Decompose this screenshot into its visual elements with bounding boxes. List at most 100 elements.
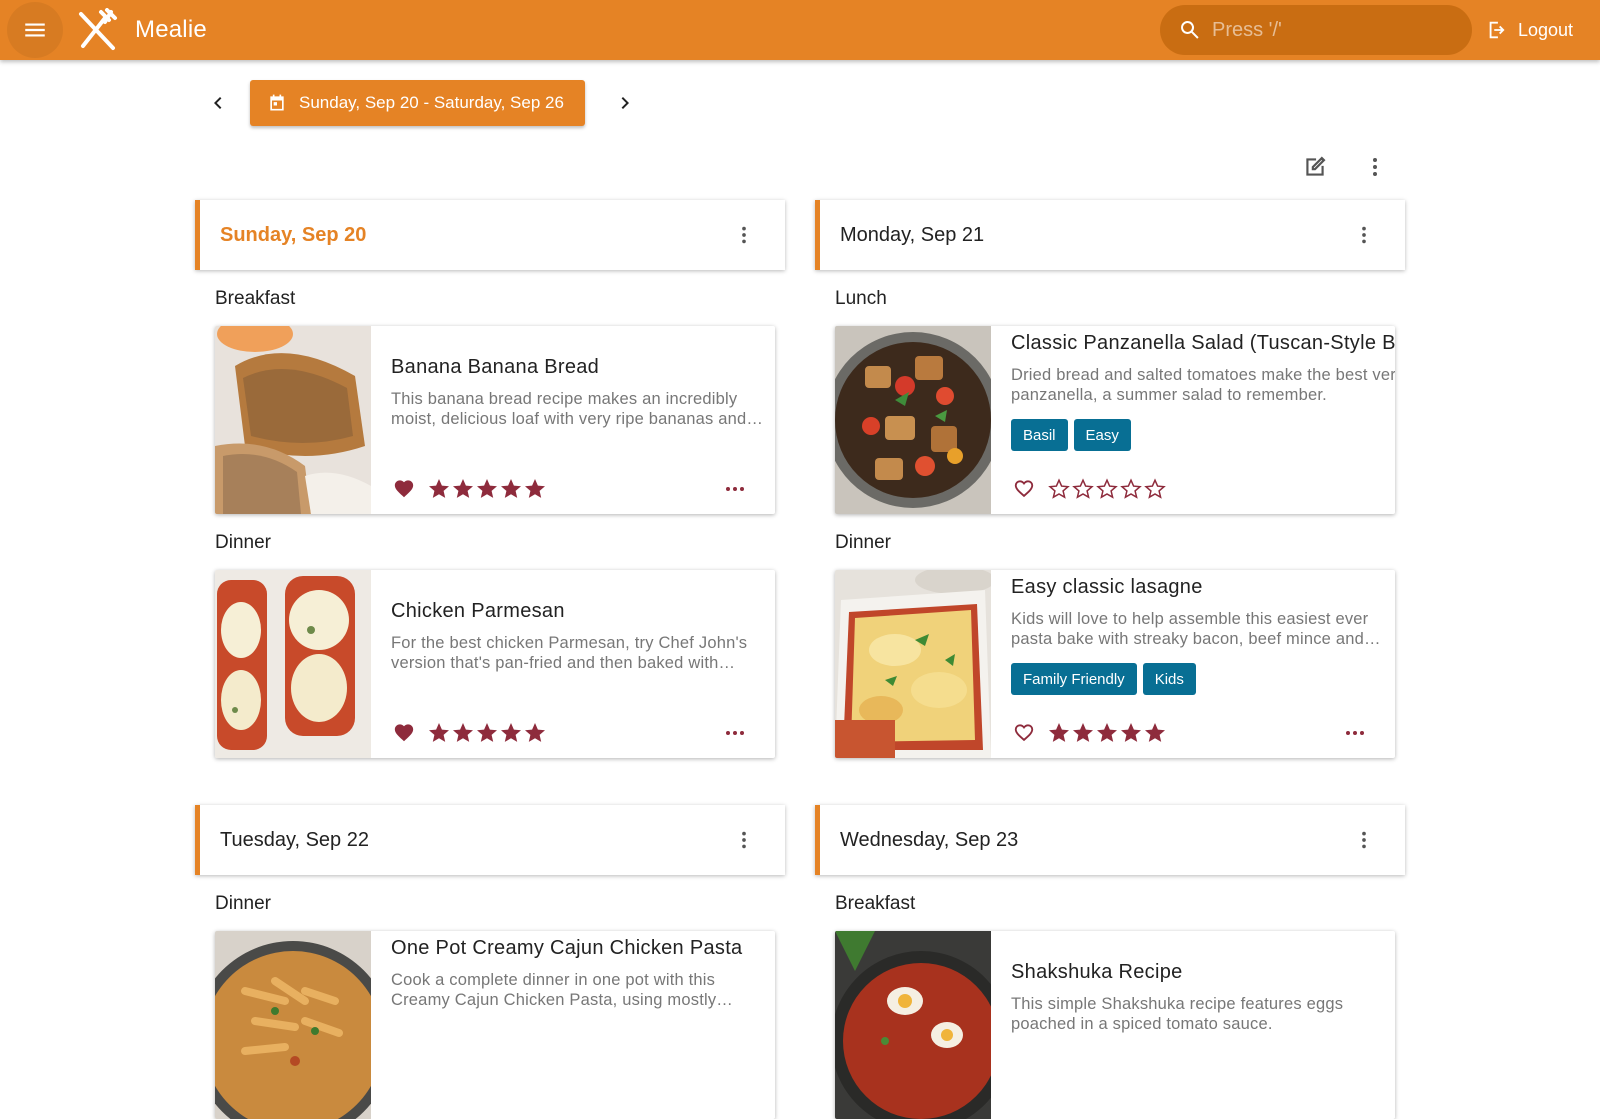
search-bar[interactable] bbox=[1160, 5, 1472, 55]
recipe-title: Chicken Parmesan bbox=[391, 600, 565, 622]
rating-stars[interactable] bbox=[1047, 721, 1167, 745]
star-outline-icon[interactable] bbox=[1143, 477, 1167, 501]
recipe-title: Easy classic lasagne bbox=[1011, 576, 1203, 598]
recipe-image bbox=[215, 570, 371, 758]
recipe-title: Banana Banana Bread bbox=[391, 356, 600, 378]
favorite-button[interactable] bbox=[391, 476, 417, 502]
day-title: Sunday, Sep 20 bbox=[220, 223, 367, 246]
star-filled-icon[interactable] bbox=[1071, 721, 1095, 745]
edit-plan-button[interactable] bbox=[1296, 148, 1334, 186]
edit-icon bbox=[1306, 156, 1326, 176]
star-filled-icon[interactable] bbox=[475, 721, 499, 745]
day-title: Monday, Sep 21 bbox=[840, 223, 985, 246]
recipe-more-button[interactable] bbox=[723, 477, 747, 506]
star-filled-icon[interactable] bbox=[451, 477, 475, 501]
star-filled-icon[interactable] bbox=[1119, 721, 1143, 745]
meal-type-label: Dinner bbox=[215, 532, 271, 553]
day-header: Monday, Sep 21 bbox=[815, 200, 1405, 270]
nav-menu-button[interactable] bbox=[7, 2, 63, 58]
recipe-image bbox=[835, 326, 991, 514]
app-title[interactable]: Mealie bbox=[135, 16, 207, 44]
recipe-tags: Family Friendly Kids bbox=[1011, 663, 1383, 695]
recipe-description: This banana bread recipe makes an incred… bbox=[391, 390, 747, 428]
star-filled-icon[interactable] bbox=[1047, 721, 1071, 745]
day-header: Tuesday, Sep 22 bbox=[195, 805, 785, 875]
star-filled-icon[interactable] bbox=[523, 477, 547, 501]
day-column: Monday, Sep 21 Lunch Classic Panzanella … bbox=[815, 200, 1405, 758]
day-menu-button[interactable] bbox=[725, 216, 763, 254]
recipe-tag[interactable]: Kids bbox=[1142, 663, 1196, 695]
recipe-description: Dried bread and salted tomatoes make the… bbox=[1011, 366, 1395, 404]
favorite-button[interactable] bbox=[1011, 720, 1037, 746]
logout-label: Logout bbox=[1518, 19, 1574, 40]
star-filled-icon[interactable] bbox=[499, 721, 523, 745]
star-filled-icon[interactable] bbox=[451, 721, 475, 745]
star-outline-icon[interactable] bbox=[1071, 477, 1095, 501]
heart-outline-icon bbox=[1014, 724, 1034, 742]
rating-stars[interactable] bbox=[427, 721, 547, 745]
kebab-menu-icon bbox=[742, 831, 746, 849]
star-filled-icon[interactable] bbox=[1095, 721, 1119, 745]
date-range-label: Sunday, Sep 20 - Saturday, Sep 26 bbox=[299, 93, 564, 112]
recipe-title: Shakshuka Recipe bbox=[1011, 961, 1183, 983]
star-outline-icon[interactable] bbox=[1095, 477, 1119, 501]
star-filled-icon[interactable] bbox=[1143, 721, 1167, 745]
day-column: Wednesday, Sep 23 Breakfast Shakshuka Re… bbox=[815, 805, 1405, 1119]
previous-week-button[interactable] bbox=[200, 85, 236, 121]
heart-outline-icon bbox=[1014, 480, 1034, 498]
day-header: Sunday, Sep 20 bbox=[195, 200, 785, 270]
star-filled-icon[interactable] bbox=[475, 477, 499, 501]
rating-stars[interactable] bbox=[1047, 477, 1167, 501]
day-menu-button[interactable] bbox=[1345, 821, 1383, 859]
search-input[interactable] bbox=[1212, 18, 1452, 42]
fork-knife-logo-icon[interactable] bbox=[75, 8, 119, 52]
recipe-image bbox=[835, 570, 991, 758]
meal-type-label: Dinner bbox=[835, 532, 891, 553]
rating-stars[interactable] bbox=[427, 477, 547, 501]
recipe-more-button[interactable] bbox=[1343, 721, 1367, 750]
star-filled-icon[interactable] bbox=[427, 477, 451, 501]
recipe-tags: Basil Easy bbox=[1011, 419, 1395, 451]
planner-more-button[interactable] bbox=[1356, 148, 1394, 186]
logout-button[interactable]: Logout bbox=[1486, 14, 1573, 46]
calendar-icon bbox=[270, 94, 284, 111]
day-menu-button[interactable] bbox=[725, 821, 763, 859]
day-title: Wednesday, Sep 23 bbox=[840, 828, 1019, 851]
favorite-button[interactable] bbox=[391, 720, 417, 746]
dots-horizontal-icon bbox=[1346, 731, 1364, 735]
next-week-button[interactable] bbox=[607, 85, 643, 121]
recipe-image bbox=[215, 326, 371, 514]
star-filled-icon[interactable] bbox=[523, 721, 547, 745]
recipe-card[interactable]: Classic Panzanella Salad (Tuscan-Style B… bbox=[835, 326, 1395, 514]
star-filled-icon[interactable] bbox=[427, 721, 451, 745]
recipe-tag[interactable]: Basil bbox=[1011, 419, 1068, 451]
recipe-description: This simple Shakshuka recipe features eg… bbox=[1011, 995, 1344, 1033]
day-header: Wednesday, Sep 23 bbox=[815, 805, 1405, 875]
favorite-button[interactable] bbox=[1011, 476, 1037, 502]
star-outline-icon[interactable] bbox=[1047, 477, 1071, 501]
meal-type-label: Breakfast bbox=[835, 893, 916, 914]
recipe-description: Kids will love to help assemble this eas… bbox=[1011, 610, 1379, 648]
day-title: Tuesday, Sep 22 bbox=[220, 828, 369, 851]
recipe-image bbox=[835, 931, 991, 1119]
dots-horizontal-icon bbox=[726, 731, 744, 735]
kebab-menu-icon bbox=[1362, 831, 1366, 849]
heart-filled-icon bbox=[394, 724, 414, 742]
star-filled-icon[interactable] bbox=[499, 477, 523, 501]
star-outline-icon[interactable] bbox=[1119, 477, 1143, 501]
recipe-tag[interactable]: Family Friendly bbox=[1011, 663, 1137, 695]
day-menu-button[interactable] bbox=[1345, 216, 1383, 254]
logout-icon bbox=[1489, 21, 1505, 39]
recipe-card[interactable]: Banana Banana Bread This banana bread re… bbox=[215, 326, 775, 514]
meal-type-label: Breakfast bbox=[215, 288, 296, 309]
recipe-card[interactable]: Chicken Parmesan For the best chicken Pa… bbox=[215, 570, 775, 758]
recipe-tag[interactable]: Easy bbox=[1073, 419, 1131, 451]
recipe-card[interactable]: Easy classic lasagne Kids will love to h… bbox=[835, 570, 1395, 758]
recipe-title: One Pot Creamy Cajun Chicken Pasta bbox=[391, 937, 743, 959]
search-icon bbox=[1181, 21, 1199, 39]
recipe-more-button[interactable] bbox=[723, 721, 747, 750]
recipe-card[interactable]: Shakshuka Recipe This simple Shakshuka r… bbox=[835, 931, 1395, 1119]
date-range-button[interactable]: Sunday, Sep 20 - Saturday, Sep 26 bbox=[250, 80, 585, 126]
recipe-card[interactable]: One Pot Creamy Cajun Chicken Pasta Cook … bbox=[215, 931, 775, 1119]
kebab-menu-icon bbox=[742, 226, 746, 244]
